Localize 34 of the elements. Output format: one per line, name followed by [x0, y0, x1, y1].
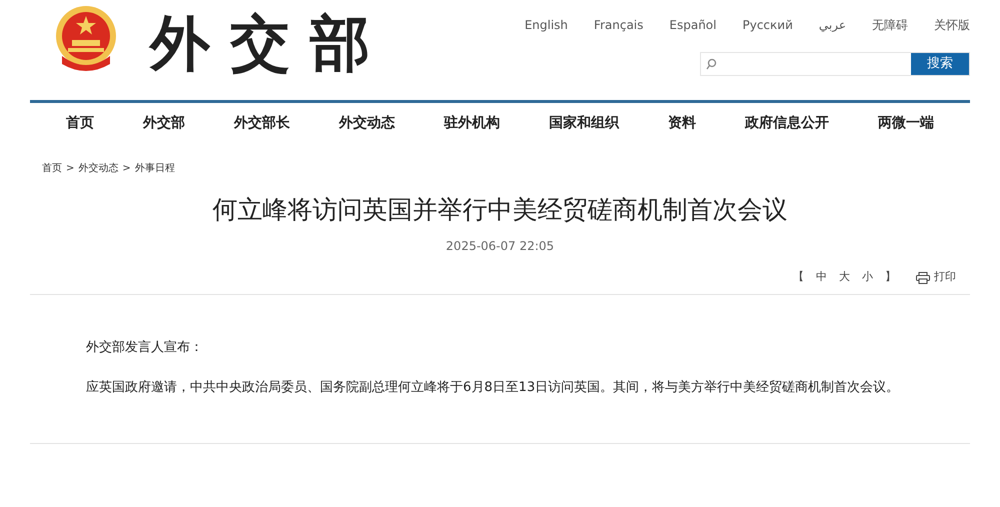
font-size-option[interactable]: 中 [816, 269, 827, 286]
article-paragraph: 外交部发言人宣布： [85, 338, 204, 357]
print-link[interactable]: 打印 [934, 269, 956, 286]
bracket-close: 】 [885, 269, 896, 286]
nav-link[interactable]: 政府信息公开 [745, 112, 829, 134]
nav-link[interactable]: 外交部 [143, 112, 185, 134]
font-size-option[interactable]: 小 [862, 269, 873, 286]
language-link[interactable]: عربي [818, 16, 846, 34]
language-link[interactable]: 关怀版 [934, 16, 970, 34]
publish-date: 2025-06-07 22:05 [444, 238, 556, 256]
nav-link[interactable]: 驻外机构 [444, 112, 500, 134]
nav-link[interactable]: 两微一端 [878, 112, 934, 134]
language-link[interactable]: Français [594, 16, 644, 34]
article-paragraph: 应英国政府邀请，中共中央政治局委员、国务院副总理何立峰将于6月8日至13日访问英国。其间，将与美方举行中美经贸磋商机制首次会议。 [85, 378, 900, 397]
language-link[interactable]: Español [669, 16, 716, 34]
printer-icon [916, 272, 930, 284]
language-link[interactable]: 无障碍 [872, 16, 908, 34]
nav-link[interactable]: 外交部长 [234, 112, 290, 134]
language-link[interactable]: Русский [742, 16, 793, 34]
breadcrumb-separator: > [122, 162, 131, 176]
breadcrumb-link[interactable]: 外事日程 [134, 161, 175, 176]
site-logo[interactable]: 外交部 [150, 14, 390, 74]
language-link[interactable]: English [524, 16, 568, 34]
breadcrumb-link[interactable]: 首页 [42, 161, 62, 176]
nav-link[interactable]: 国家和组织 [549, 112, 619, 134]
nav-link[interactable]: 首页 [66, 112, 94, 134]
article-title: 何立峰将访问英国并举行中美经贸磋商机制首次会议 [212, 194, 788, 226]
font-size-option[interactable]: 大 [839, 269, 850, 286]
breadcrumb-link[interactable]: 外交动态 [78, 161, 118, 176]
emblem-icon [54, 6, 118, 72]
nav-link[interactable]: 资料 [668, 112, 696, 134]
bracket-open: 【 [793, 269, 804, 286]
nav-link[interactable]: 外交动态 [339, 112, 395, 134]
breadcrumb-separator: > [66, 162, 74, 176]
